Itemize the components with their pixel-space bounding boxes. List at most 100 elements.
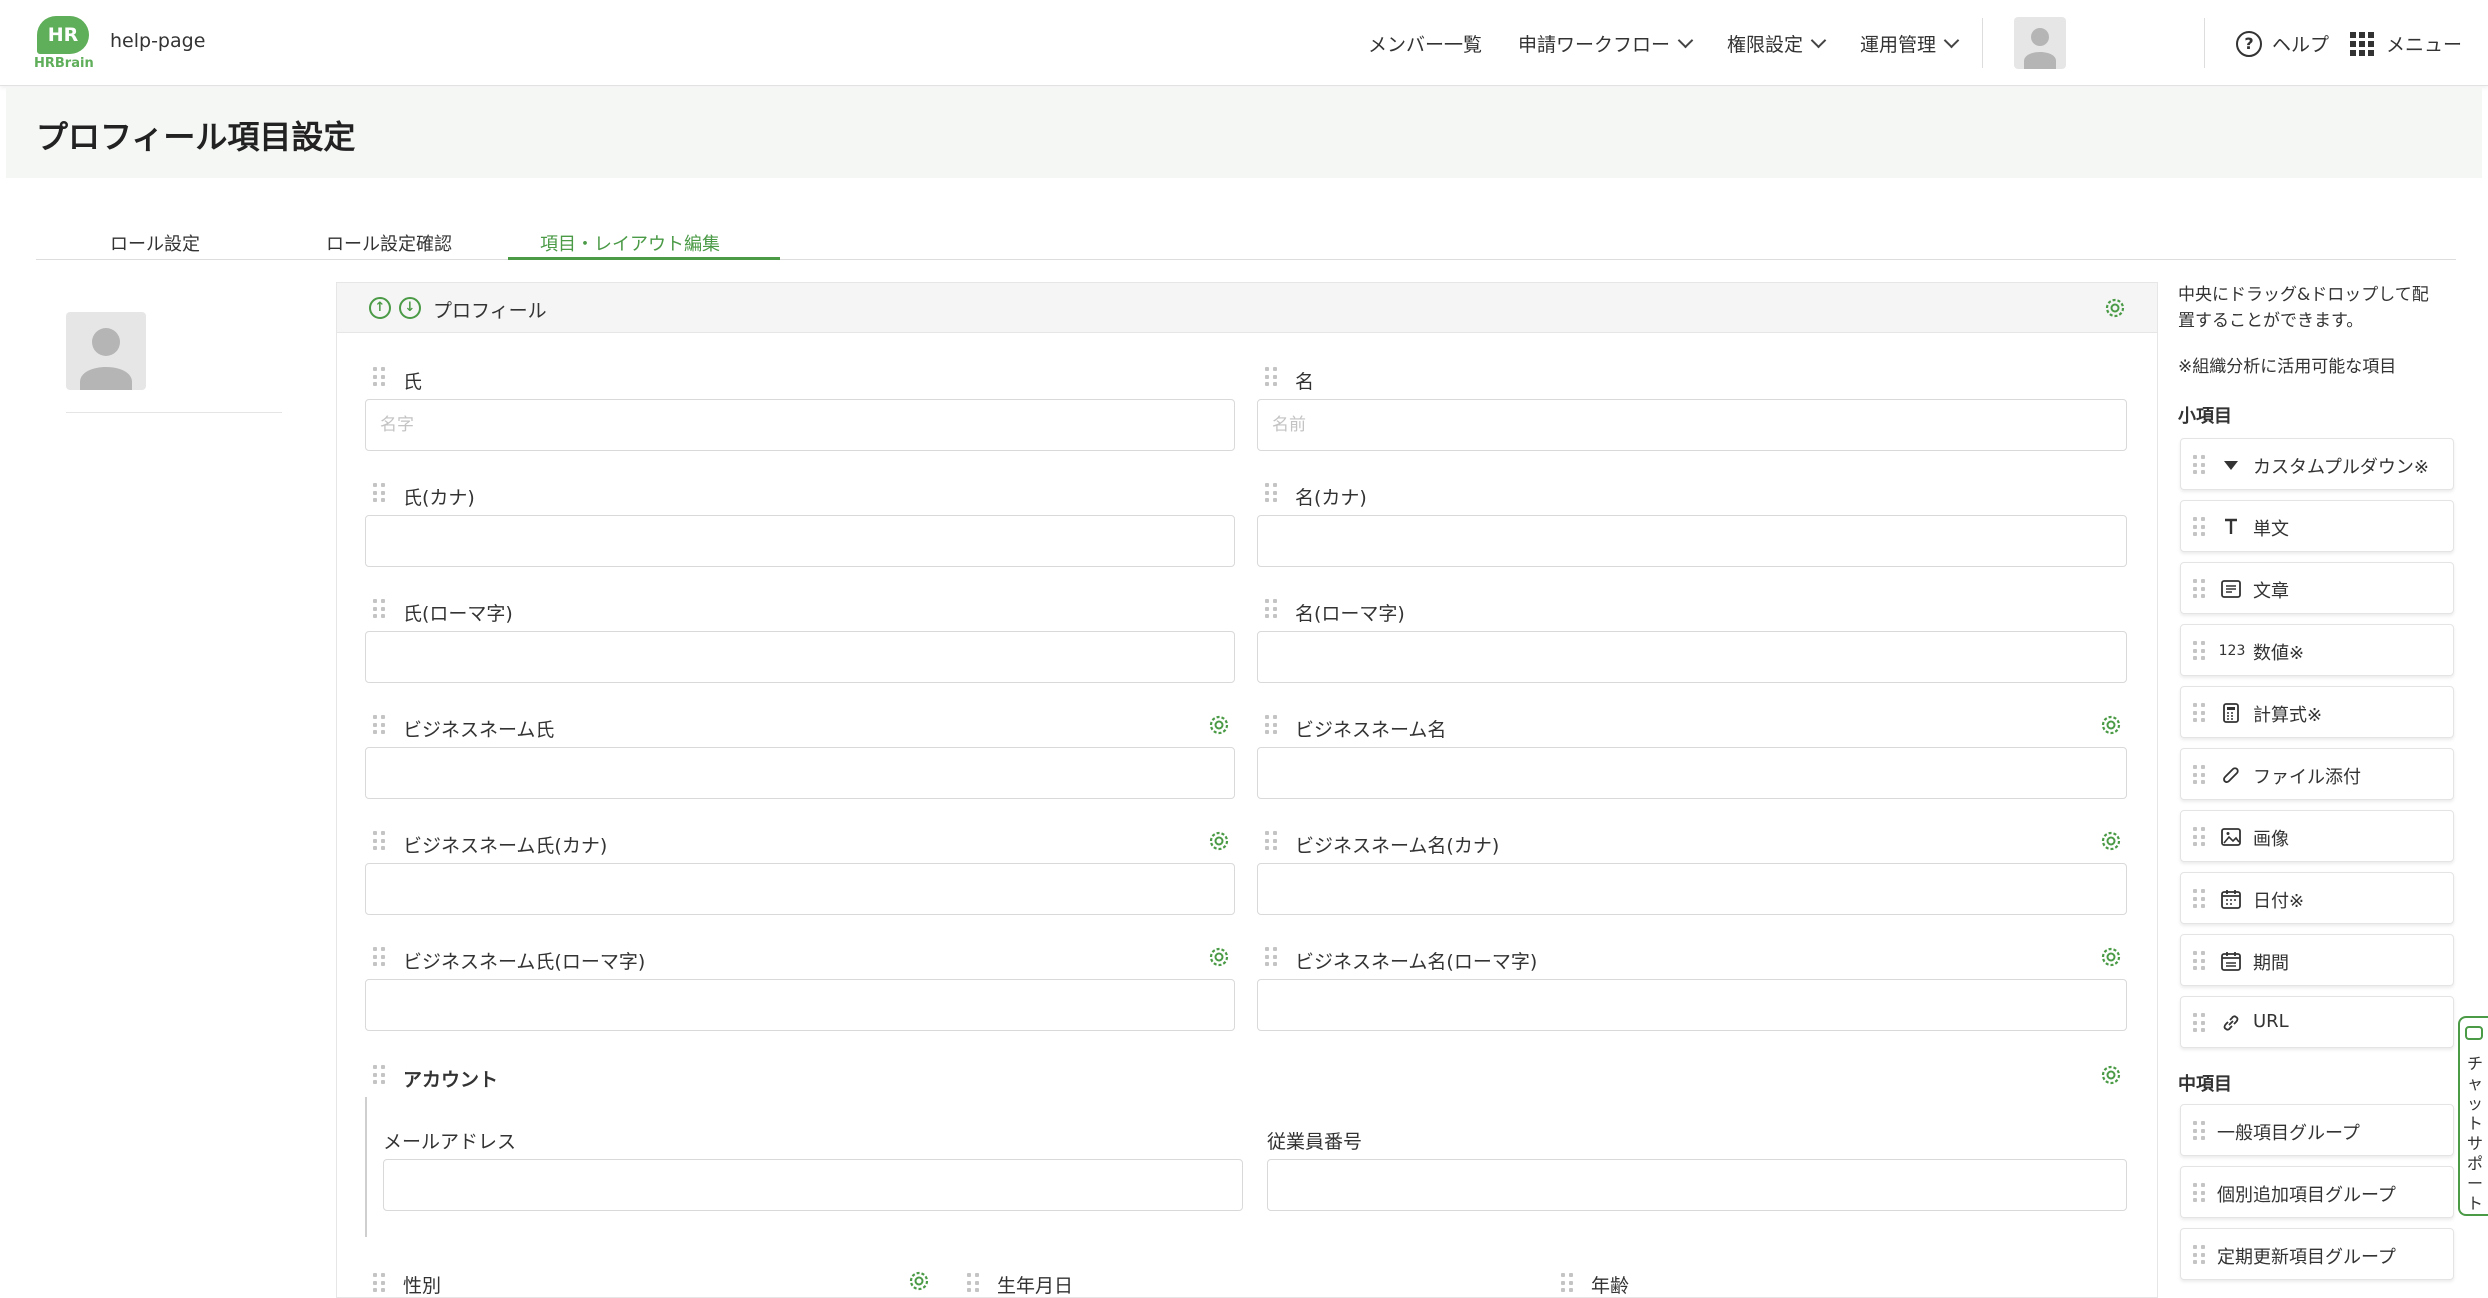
last-name-input[interactable] xyxy=(365,399,1235,451)
field-label-biz-last: ビジネスネーム氏 xyxy=(403,719,555,741)
biz-last-roma-input[interactable] xyxy=(365,979,1235,1031)
logo-wordmark: HRBrain xyxy=(34,56,94,71)
active-tab-indicator xyxy=(508,257,780,260)
help-label: ヘルプ xyxy=(2272,34,2330,56)
tool-individual-group[interactable]: 個別追加項目グループ xyxy=(2180,1166,2454,1218)
tool-period[interactable]: 期間 xyxy=(2180,934,2454,986)
drag-handle-icon[interactable] xyxy=(373,1065,385,1085)
drag-handle-icon[interactable] xyxy=(373,831,385,851)
gear-icon[interactable] xyxy=(907,1269,931,1293)
drag-handle-icon[interactable] xyxy=(373,483,385,503)
tab-layout-edit[interactable]: 項目・レイアウト編集 xyxy=(540,230,720,256)
drag-handle-icon[interactable] xyxy=(373,599,385,619)
tool-label: 一般項目グループ xyxy=(2217,1123,2360,1144)
drag-handle-icon[interactable] xyxy=(1561,1273,1573,1293)
field-label-birthday: 生年月日 xyxy=(997,1275,1074,1297)
sidebar-org-note: ※組織分析に活用可能な項目 xyxy=(2178,357,2397,377)
drag-handle-icon[interactable] xyxy=(373,715,385,735)
help-button[interactable]: ? ヘルプ xyxy=(2236,30,2329,57)
move-up-icon[interactable]: ↑ xyxy=(369,297,391,319)
tool-image[interactable]: 画像 xyxy=(2180,810,2454,862)
gear-icon[interactable] xyxy=(1207,713,1231,737)
nav-permissions[interactable]: 権限設定 xyxy=(1727,30,1827,57)
tool-label: ファイル添付 xyxy=(2253,767,2361,788)
first-kana-input[interactable] xyxy=(1257,515,2127,567)
tool-formula[interactable]: 計算式※ xyxy=(2180,686,2454,738)
chevron-down-icon xyxy=(1810,32,1827,48)
drag-handle-icon[interactable] xyxy=(967,1273,979,1293)
drag-handle-icon[interactable] xyxy=(1265,599,1277,619)
biz-first-input[interactable] xyxy=(1257,747,2127,799)
tool-date[interactable]: 日付※ xyxy=(2180,872,2454,924)
tab-role-settings[interactable]: ロール設定 xyxy=(110,230,200,256)
drag-handle-icon[interactable] xyxy=(1265,947,1277,967)
drag-handle-icon[interactable] xyxy=(1265,483,1277,503)
site-name: help-page xyxy=(110,30,206,52)
menu-button[interactable]: メニュー xyxy=(2350,30,2462,57)
chat-support-tab[interactable]: チャットサポート xyxy=(2458,1016,2488,1216)
gear-icon[interactable] xyxy=(2099,829,2123,853)
title-band xyxy=(6,88,2482,178)
page-title: プロフィール項目設定 xyxy=(36,118,356,156)
drag-handle-icon[interactable] xyxy=(373,367,385,387)
drag-handle-icon[interactable] xyxy=(1265,831,1277,851)
biz-first-kana-input[interactable] xyxy=(1257,863,2127,915)
drag-handle-icon xyxy=(2193,517,2205,537)
field-label-last-kana: 氏(カナ) xyxy=(403,487,475,509)
tab-role-confirm[interactable]: ロール設定確認 xyxy=(326,230,452,256)
biz-last-kana-input[interactable] xyxy=(365,863,1235,915)
employee-no-input[interactable] xyxy=(1267,1159,2127,1211)
tool-periodic-group[interactable]: 定期更新項目グループ xyxy=(2180,1228,2454,1280)
tool-url[interactable]: URL xyxy=(2180,996,2454,1048)
gear-icon[interactable] xyxy=(1207,829,1231,853)
tool-general-group[interactable]: 一般項目グループ xyxy=(2180,1104,2454,1156)
avatar-person-icon xyxy=(2024,28,2056,69)
section-title: プロフィール xyxy=(433,300,547,322)
tool-custom-dropdown[interactable]: カスタムプルダウン※ xyxy=(2180,438,2454,490)
move-down-icon[interactable]: ↓ xyxy=(399,297,421,319)
drag-handle-icon[interactable] xyxy=(1265,367,1277,387)
main-nav: メンバー一覧 申請ワークフロー 権限設定 運用管理 xyxy=(1368,0,1993,86)
sidebar-note-line2: 置することができます。 xyxy=(2178,311,2364,331)
biz-first-roma-input[interactable] xyxy=(1257,979,2127,1031)
paragraph-icon xyxy=(2219,577,2243,601)
email-input[interactable] xyxy=(383,1159,1243,1211)
drag-handle-icon[interactable] xyxy=(373,1273,385,1293)
triangle-down-icon xyxy=(2219,453,2243,477)
chevron-down-icon xyxy=(1943,32,1960,48)
last-kana-input[interactable] xyxy=(365,515,1235,567)
nav-members[interactable]: メンバー一覧 xyxy=(1368,30,1482,57)
gear-icon[interactable] xyxy=(2099,713,2123,737)
last-roma-input[interactable] xyxy=(365,631,1235,683)
tool-number[interactable]: 123 数値※ xyxy=(2180,624,2454,676)
field-label-first-roma: 名(ローマ字) xyxy=(1295,603,1405,625)
drag-handle-icon xyxy=(2193,579,2205,599)
gear-icon[interactable] xyxy=(2103,296,2127,320)
chat-support-label: チャットサポート xyxy=(2466,1054,2483,1213)
nav-operations-label: 運用管理 xyxy=(1860,33,1937,56)
gear-icon[interactable] xyxy=(1207,945,1231,969)
nav-members-label: メンバー一覧 xyxy=(1368,33,1483,56)
drag-handle-icon[interactable] xyxy=(373,947,385,967)
gear-icon[interactable] xyxy=(2099,1063,2123,1087)
field-label-last-name: 氏 xyxy=(403,371,423,393)
drag-handle-icon[interactable] xyxy=(1265,715,1277,735)
first-roma-input[interactable] xyxy=(1257,631,2127,683)
user-avatar[interactable] xyxy=(2014,17,2066,69)
nav-workflow[interactable]: 申請ワークフロー xyxy=(1518,30,1694,57)
link-icon xyxy=(2219,1011,2243,1035)
chat-bubble-icon xyxy=(2465,1026,2483,1040)
field-label-biz-first: ビジネスネーム名 xyxy=(1295,719,1447,741)
tab-bar: ロール設定 ロール設定確認 項目・レイアウト編集 xyxy=(36,220,2456,260)
field-label-biz-first-roma: ビジネスネーム名(ローマ字) xyxy=(1295,951,1538,973)
biz-last-input[interactable] xyxy=(365,747,1235,799)
tool-short-text[interactable]: 単文 xyxy=(2180,500,2454,552)
nav-operations[interactable]: 運用管理 xyxy=(1860,30,1960,57)
tool-paragraph[interactable]: 文章 xyxy=(2180,562,2454,614)
gear-icon[interactable] xyxy=(2099,945,2123,969)
tool-file-attach[interactable]: ファイル添付 xyxy=(2180,748,2454,800)
drag-handle-icon xyxy=(2193,455,2205,475)
tool-label: 画像 xyxy=(2253,829,2289,850)
first-name-input[interactable] xyxy=(1257,399,2127,451)
hrbrain-logo[interactable]: HR HRBrain xyxy=(34,16,94,72)
